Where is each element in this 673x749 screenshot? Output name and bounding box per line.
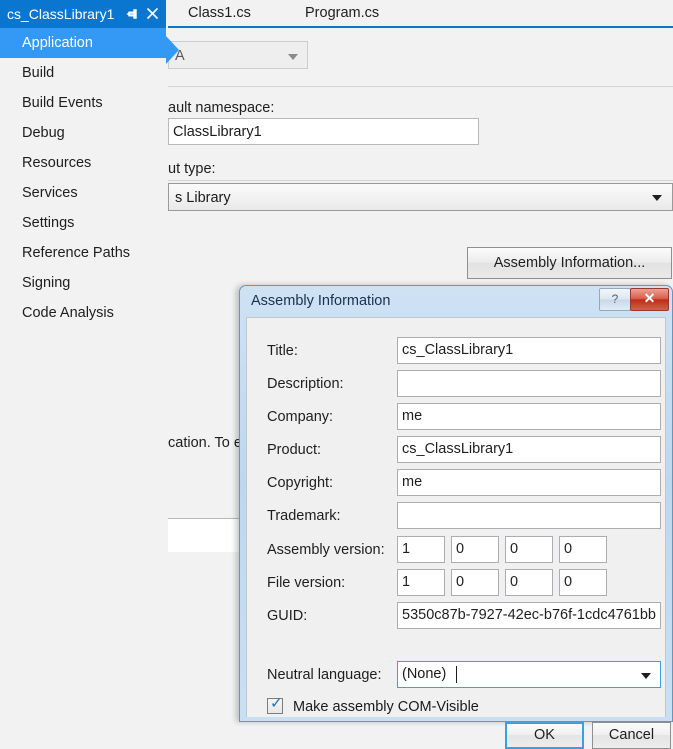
sidebar-item-build-events[interactable]: Build Events xyxy=(0,88,168,118)
title-label: Title: xyxy=(267,343,298,359)
company-label: Company: xyxy=(267,409,334,425)
assembly-version-minor-input[interactable]: 0 xyxy=(451,536,499,563)
sidebar-item-build[interactable]: Build xyxy=(0,58,168,88)
chevron-down-icon xyxy=(288,54,298,60)
sidebar-item-signing[interactable]: Signing xyxy=(0,268,168,298)
trademark-label: Trademark: xyxy=(267,508,341,524)
file-version-minor-input[interactable]: 0 xyxy=(451,569,499,596)
neutral-language-value: (None) xyxy=(402,666,447,682)
divider xyxy=(168,180,673,181)
sidebar-item-application[interactable]: Application xyxy=(0,28,166,58)
default-namespace-value: ClassLibrary1 xyxy=(173,124,262,140)
file-version-build-input[interactable]: 0 xyxy=(505,569,553,596)
file-version-major-input[interactable]: 1 xyxy=(397,569,445,596)
sidebar-item-code-analysis[interactable]: Code Analysis xyxy=(0,298,168,328)
tab-program-cs[interactable]: Program.cs xyxy=(305,0,379,27)
chevron-down-icon xyxy=(641,673,651,679)
guid-value: 5350c87b-7927-42ec-b76f-1cdc4761bb xyxy=(402,607,656,623)
chevron-down-icon xyxy=(652,195,662,201)
assembly-version-revision-value: 0 xyxy=(564,541,573,557)
tab-strip-underline xyxy=(168,26,673,28)
file-version-major-value: 1 xyxy=(402,574,411,590)
tab-label: cs_ClassLibrary1 xyxy=(7,6,115,22)
divider xyxy=(168,86,673,87)
sidebar-item-settings[interactable]: Settings xyxy=(0,208,168,238)
file-version-revision-value: 0 xyxy=(564,574,573,590)
com-visible-checkbox[interactable]: ✓ xyxy=(267,695,283,714)
company-value: me xyxy=(402,408,423,424)
guid-input[interactable]: 5350c87b-7927-42ec-b76f-1cdc4761bb xyxy=(397,602,661,629)
tab-cs-classlibrary1[interactable]: cs_ClassLibrary1 xyxy=(0,0,166,28)
company-input[interactable]: me xyxy=(397,403,661,430)
assembly-information-button[interactable]: Assembly Information... xyxy=(467,247,672,279)
com-visible-label: Make assembly COM-Visible xyxy=(293,699,479,715)
output-type-value: s Library xyxy=(175,190,231,206)
assembly-version-build-input[interactable]: 0 xyxy=(505,536,553,563)
title-value: cs_ClassLibrary1 xyxy=(402,342,514,358)
default-namespace-label: ault namespace: xyxy=(168,100,275,116)
trademark-input[interactable] xyxy=(397,502,661,529)
tab-class1-cs[interactable]: Class1.cs xyxy=(188,0,251,27)
copyright-label: Copyright: xyxy=(267,475,334,491)
pin-icon[interactable] xyxy=(126,7,140,21)
product-label: Product: xyxy=(267,442,321,458)
assembly-version-minor-value: 0 xyxy=(456,541,465,557)
property-page-sidebar: Application Build Build Events Debug Res… xyxy=(0,28,179,722)
help-icon[interactable]: ? xyxy=(599,288,631,311)
checkmark-icon: ✓ xyxy=(270,695,283,712)
title-input[interactable]: cs_ClassLibrary1 xyxy=(397,337,661,364)
assembly-information-dialog: Assembly Information ? ✕ Title: cs_Class… xyxy=(239,285,673,749)
file-version-label: File version: xyxy=(267,575,346,591)
product-value: cs_ClassLibrary1 xyxy=(402,441,514,457)
output-type-combo[interactable]: s Library xyxy=(168,183,673,211)
assembly-version-revision-input[interactable]: 0 xyxy=(559,536,607,563)
neutral-language-combo[interactable]: (None) xyxy=(397,661,661,688)
output-type-label: ut type: xyxy=(168,161,216,177)
close-icon[interactable] xyxy=(145,6,160,21)
description-input[interactable] xyxy=(397,370,661,397)
description-text-fragment: cation. To e xyxy=(168,435,242,451)
dialog-body: Title: cs_ClassLibrary1 Description: Com… xyxy=(246,317,671,749)
file-version-build-value: 0 xyxy=(510,574,519,590)
assembly-version-major-value: 1 xyxy=(402,541,411,557)
sidebar-item-debug[interactable]: Debug xyxy=(0,118,168,148)
copyright-input[interactable]: me xyxy=(397,469,661,496)
sidebar-item-reference-paths[interactable]: Reference Paths xyxy=(0,238,168,268)
file-version-minor-value: 0 xyxy=(456,574,465,590)
cancel-button[interactable]: Cancel xyxy=(592,722,671,749)
sidebar-item-resources[interactable]: Resources xyxy=(0,148,168,178)
dialog-title-bar[interactable]: Assembly Information ? ✕ xyxy=(240,286,672,317)
file-version-revision-input[interactable]: 0 xyxy=(559,569,607,596)
close-icon[interactable]: ✕ xyxy=(630,288,669,311)
neutral-language-label: Neutral language: xyxy=(267,667,382,683)
assembly-version-build-value: 0 xyxy=(510,541,519,557)
ok-button[interactable]: OK xyxy=(505,722,584,749)
copyright-value: me xyxy=(402,474,423,490)
text-caret xyxy=(456,666,457,683)
description-label: Description: xyxy=(267,376,344,392)
assembly-version-label: Assembly version: xyxy=(267,542,385,558)
default-namespace-input[interactable]: ClassLibrary1 xyxy=(168,118,479,145)
assembly-version-major-input[interactable]: 1 xyxy=(397,536,445,563)
dialog-title: Assembly Information xyxy=(251,293,391,309)
product-input[interactable]: cs_ClassLibrary1 xyxy=(397,436,661,463)
guid-label: GUID: xyxy=(267,608,308,624)
sidebar-item-services[interactable]: Services xyxy=(0,178,168,208)
configuration-combo[interactable]: A xyxy=(168,41,308,69)
